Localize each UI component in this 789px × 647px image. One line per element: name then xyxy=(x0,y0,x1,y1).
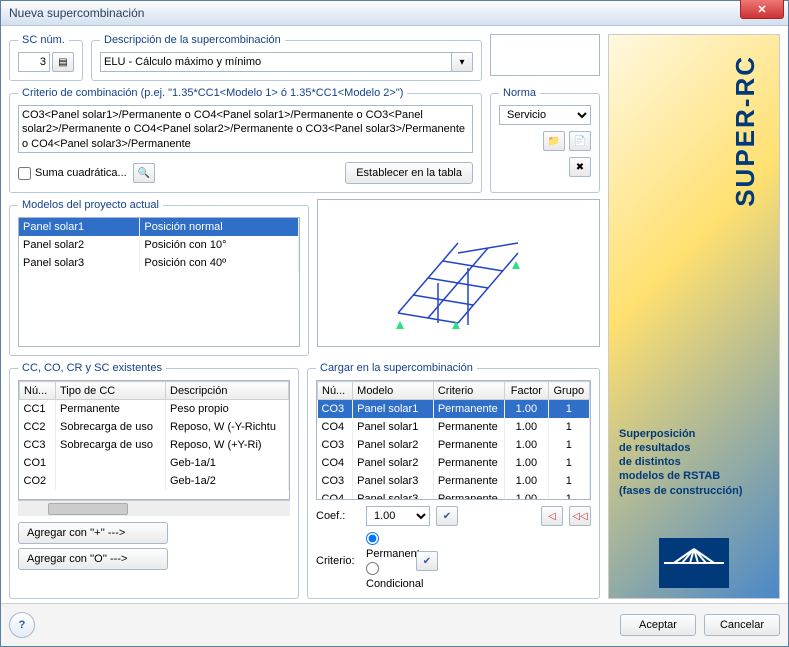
modelos-table-wrap[interactable]: Panel solar1Posición normal Panel solar2… xyxy=(18,217,300,347)
cargar-table-wrap[interactable]: Nú... Modelo Criterio Factor Grupo CO3Pa… xyxy=(316,380,591,500)
norma-select[interactable]: Servicio xyxy=(499,105,591,125)
table-row[interactable]: CO4Panel solar1Permanente1.001 xyxy=(318,418,590,436)
establecer-button[interactable]: Establecer en la tabla xyxy=(345,162,473,184)
scnum-input[interactable] xyxy=(18,52,50,72)
coef-label: Coef.: xyxy=(316,510,360,522)
scnum-legend: SC núm. xyxy=(18,34,69,46)
table-row[interactable]: Panel solar2Posición con 10° xyxy=(19,236,298,254)
norma-delete-button[interactable]: ✖ xyxy=(569,157,591,177)
cargar-group: Cargar en la supercombinación Nú... Mode… xyxy=(307,362,600,599)
dialog-window: Nueva supercombinación ✕ SC núm. ▤ Descr… xyxy=(0,0,789,647)
suma-checkbox[interactable] xyxy=(18,167,31,180)
list-icon: ▤ xyxy=(58,57,67,68)
agregar-plus-button[interactable]: Agregar con ''+'' ---> xyxy=(18,522,168,544)
criterio-group: Criterio de combinación (p.ej. "1.35*CC1… xyxy=(9,87,482,193)
structure-svg xyxy=(368,213,548,333)
cc-table: Nú... Tipo de CC Descripción CC1Permanen… xyxy=(19,381,289,490)
cc-table-wrap[interactable]: Nú... Tipo de CC Descripción CC1Permanen… xyxy=(18,380,290,500)
left-column: SC núm. ▤ Descripción de la supercombina… xyxy=(9,34,600,599)
table-row[interactable]: CC3Sobrecarga de usoReposo, W (+Y-Ri) xyxy=(20,436,289,454)
cargar-table: Nú... Modelo Criterio Factor Grupo CO3Pa… xyxy=(317,381,590,500)
description-legend: Descripción de la supercombinación xyxy=(100,34,285,46)
help-button[interactable]: ? xyxy=(9,612,35,638)
arrow-left-icon: ◁ xyxy=(548,511,556,522)
criterio-textarea[interactable]: CO3<Panel solar1>/Permanente o CO4<Panel… xyxy=(18,105,473,153)
table-row[interactable]: CO3Panel solar1Permanente1.001 xyxy=(318,400,590,418)
table-row[interactable]: CO3Panel solar2Permanente1.001 xyxy=(318,436,590,454)
close-button[interactable]: ✕ xyxy=(740,0,784,19)
cc-legend: CC, CO, CR y SC existentes xyxy=(18,362,166,374)
double-arrow-left-icon: ◁◁ xyxy=(572,511,587,522)
magnifier-icon: 🔍 xyxy=(137,168,149,179)
brand-text: SUPER-RC xyxy=(730,55,761,207)
norma-legend: Norma xyxy=(499,87,540,99)
description-group: Descripción de la supercombinación ▾ xyxy=(91,34,482,81)
remove-one-button[interactable]: ◁ xyxy=(541,506,563,526)
help-icon: ? xyxy=(19,619,26,631)
description-input[interactable] xyxy=(100,52,452,72)
table-row[interactable]: CO1Geb-1a/1 xyxy=(20,454,289,472)
table-header-row: Nú... Tipo de CC Descripción xyxy=(20,382,289,400)
scnum-group: SC núm. ▤ xyxy=(9,34,83,81)
sidebar-blurb: Superposición de resultados de distintos… xyxy=(619,427,769,498)
table-row[interactable]: CO2Geb-1a/2 xyxy=(20,472,289,490)
criterio-legend: Criterio de combinación (p.ej. "1.35*CC1… xyxy=(18,87,407,99)
delete-icon: ✖ xyxy=(576,162,584,173)
modelos-legend: Modelos del proyecto actual xyxy=(18,199,163,211)
dialog-footer: ? Aceptar Cancelar xyxy=(1,603,788,646)
window-title: Nueva supercombinación xyxy=(9,6,740,20)
radio-permanente[interactable] xyxy=(366,532,379,545)
titlebar: Nueva supercombinación ✕ xyxy=(1,1,788,26)
table-row[interactable]: CC2Sobrecarga de usoReposo, W (-Y-Richtu xyxy=(20,418,289,436)
coef-apply-button[interactable]: ✔ xyxy=(436,506,458,526)
norma-new-button[interactable]: 📁 xyxy=(543,131,565,151)
table-header-row: Nú... Modelo Criterio Factor Grupo xyxy=(318,382,590,400)
check-icon: ✔ xyxy=(423,556,431,567)
criterio-label: Criterio: xyxy=(316,555,360,567)
suma-zoom-button[interactable]: 🔍 xyxy=(133,163,155,183)
table-row[interactable]: CO3Panel solar3Permanente1.001 xyxy=(318,472,590,490)
horizontal-scrollbar[interactable] xyxy=(18,500,290,516)
radio-permanente-label[interactable]: Permanente xyxy=(366,532,410,560)
table-row[interactable]: Panel solar3Posición con 40º xyxy=(19,254,298,272)
bridge-icon xyxy=(659,538,729,588)
norma-edit-button[interactable]: 📄 xyxy=(569,131,591,151)
dialog-body: SC núm. ▤ Descripción de la supercombina… xyxy=(1,26,788,603)
cancel-button[interactable]: Cancelar xyxy=(704,614,780,636)
cc-group: CC, CO, CR y SC existentes Nú... Tipo de… xyxy=(9,362,299,599)
scnum-list-button[interactable]: ▤ xyxy=(52,52,74,72)
suma-checkbox-label[interactable]: Suma cuadrática... xyxy=(18,167,127,180)
ok-button[interactable]: Aceptar xyxy=(620,614,696,636)
check-icon: ✔ xyxy=(443,511,451,522)
norma-group: Norma Servicio 📁 📄 ✖ xyxy=(490,87,600,193)
radio-condicional[interactable] xyxy=(366,562,379,575)
document-icon: 📄 xyxy=(574,136,586,147)
table-row[interactable]: CC1PermanentePeso propio xyxy=(20,400,289,418)
coef-select[interactable]: 1.00 xyxy=(366,506,430,526)
chevron-down-icon: ▾ xyxy=(459,57,464,68)
sidebar-panel: SUPER-RC Superposición de resultados de … xyxy=(608,34,780,599)
remove-all-button[interactable]: ◁◁ xyxy=(569,506,591,526)
folder-new-icon: 📁 xyxy=(548,136,560,147)
modelos-group: Modelos del proyecto actual Panel solar1… xyxy=(9,199,309,356)
description-dropdown-button[interactable]: ▾ xyxy=(451,52,473,72)
suma-label: Suma cuadrática... xyxy=(35,167,127,179)
agregar-o-button[interactable]: Agregar con ''O'' ---> xyxy=(18,548,168,570)
small-preview-box xyxy=(490,34,600,76)
structure-preview xyxy=(317,199,601,347)
criterio-apply-button[interactable]: ✔ xyxy=(416,551,438,571)
modelos-table: Panel solar1Posición normal Panel solar2… xyxy=(19,218,299,272)
table-row[interactable]: Panel solar1Posición normal xyxy=(19,218,298,236)
table-row[interactable]: CO4Panel solar3Permanente1.001 xyxy=(318,490,590,501)
radio-condicional-label[interactable]: Condicional xyxy=(366,562,410,590)
table-row[interactable]: CO4Panel solar2Permanente1.001 xyxy=(318,454,590,472)
cargar-legend: Cargar en la supercombinación xyxy=(316,362,477,374)
right-column: SUPER-RC Superposición de resultados de … xyxy=(608,34,780,599)
